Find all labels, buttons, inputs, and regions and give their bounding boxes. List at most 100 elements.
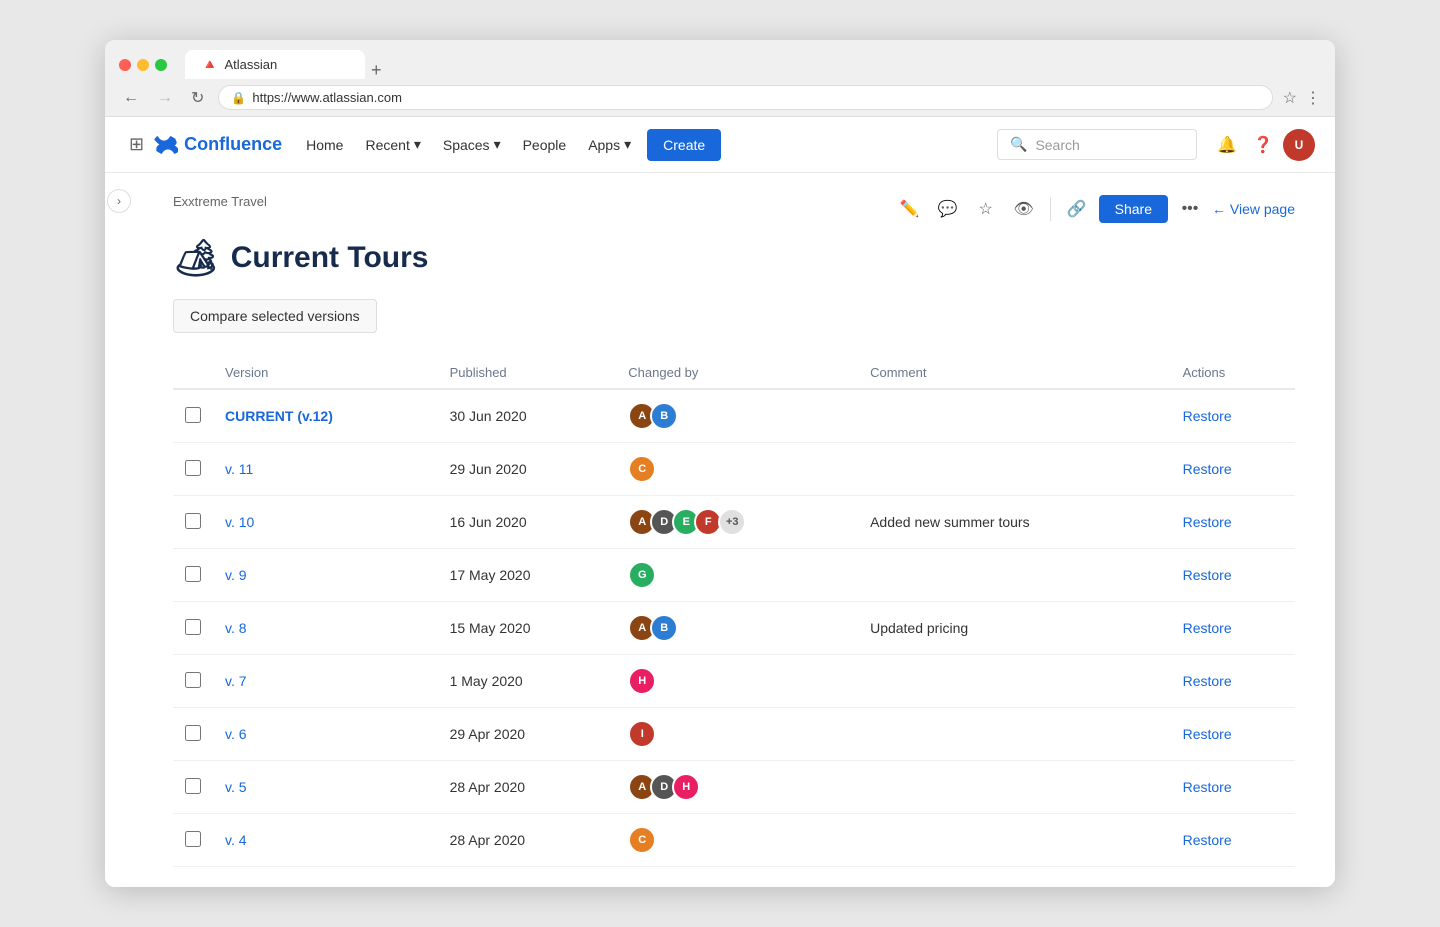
actions-cell: Restore — [1171, 602, 1295, 655]
reload-button[interactable]: ↻ — [187, 86, 208, 110]
user-avatar[interactable]: U — [1283, 129, 1315, 161]
chevron-down-icon: ▾ — [494, 136, 501, 153]
avatar-group: ADH — [628, 773, 846, 801]
row-checkbox[interactable] — [185, 672, 201, 688]
row-checkbox[interactable] — [185, 566, 201, 582]
restore-link[interactable]: Restore — [1183, 620, 1232, 636]
row-checkbox[interactable] — [185, 460, 201, 476]
more-actions-icon[interactable]: ••• — [1174, 193, 1206, 225]
search-placeholder: Search — [1035, 137, 1079, 153]
row-checkbox[interactable] — [185, 407, 201, 423]
nav-spaces[interactable]: Spaces ▾ — [433, 128, 511, 161]
comment-cell: Updated pricing — [858, 602, 1171, 655]
version-link[interactable]: v. 4 — [225, 832, 247, 848]
published-col-header: Published — [438, 357, 617, 389]
table-row: v. 815 May 2020ABUpdated pricingRestore — [173, 602, 1295, 655]
row-checkbox[interactable] — [185, 778, 201, 794]
row-checkbox[interactable] — [185, 513, 201, 529]
version-link[interactable]: v. 11 — [225, 461, 253, 477]
star-icon[interactable]: ☆ — [970, 193, 1002, 225]
close-button[interactable] — [119, 59, 131, 71]
comment-cell — [858, 655, 1171, 708]
avatar-group: ADEF+3 — [628, 508, 846, 536]
table-row: v. 1129 Jun 2020CRestore — [173, 443, 1295, 496]
browser-tab[interactable]: 🔺 Atlassian — [185, 50, 365, 79]
page-action-bar: ✏️ 💬 ☆ 👁 🔗 Share ••• ← View page — [894, 193, 1295, 225]
row-checkbox-cell — [173, 708, 213, 761]
changed-by-cell: ADH — [616, 761, 858, 814]
create-button[interactable]: Create — [647, 129, 721, 161]
restore-link[interactable]: Restore — [1183, 673, 1232, 689]
version-cell: v. 7 — [213, 655, 438, 708]
version-link[interactable]: v. 5 — [225, 779, 247, 795]
version-link[interactable]: v. 9 — [225, 567, 247, 583]
restore-link[interactable]: Restore — [1183, 567, 1232, 583]
star-icon[interactable]: ☆ — [1283, 88, 1297, 108]
nav-items: Home Recent ▾ Spaces ▾ People Apps ▾ Cre… — [296, 128, 991, 161]
share-button[interactable]: Share — [1099, 195, 1168, 223]
confluence-logo-text: Confluence — [184, 134, 282, 155]
nav-apps[interactable]: Apps ▾ — [578, 128, 641, 161]
changed-by-cell: AB — [616, 602, 858, 655]
published-cell: 17 May 2020 — [438, 549, 617, 602]
version-link[interactable]: CURRENT (v.12) — [225, 408, 333, 424]
avatar-group: C — [628, 826, 846, 854]
actions-cell: Restore — [1171, 549, 1295, 602]
more-icon[interactable]: ⋮ — [1305, 88, 1321, 108]
page-title: 🏕 Current Tours — [173, 237, 1295, 279]
row-checkbox[interactable] — [185, 619, 201, 635]
comment-icon[interactable]: 💬 — [932, 193, 964, 225]
avatar-group: C — [628, 455, 846, 483]
published-cell: 1 May 2020 — [438, 655, 617, 708]
chevron-down-icon: ▾ — [414, 136, 421, 153]
restore-link[interactable]: Restore — [1183, 726, 1232, 742]
table-row: v. 1016 Jun 2020ADEF+3Added new summer t… — [173, 496, 1295, 549]
table-row: v. 71 May 2020HRestore — [173, 655, 1295, 708]
changed-by-cell: I — [616, 708, 858, 761]
maximize-button[interactable] — [155, 59, 167, 71]
version-link[interactable]: v. 7 — [225, 673, 247, 689]
actions-cell: Restore — [1171, 761, 1295, 814]
minimize-button[interactable] — [137, 59, 149, 71]
copy-link-icon[interactable]: 🔗 — [1061, 193, 1093, 225]
avatar: H — [672, 773, 700, 801]
restore-link[interactable]: Restore — [1183, 832, 1232, 848]
version-table-body: CURRENT (v.12)30 Jun 2020ABRestorev. 112… — [173, 389, 1295, 867]
version-link[interactable]: v. 10 — [225, 514, 254, 530]
watch-icon[interactable]: 👁 — [1008, 193, 1040, 225]
view-page-link[interactable]: ← View page — [1212, 201, 1295, 217]
confluence-logo[interactable]: Confluence — [154, 133, 282, 157]
row-checkbox[interactable] — [185, 831, 201, 847]
table-row: v. 629 Apr 2020IRestore — [173, 708, 1295, 761]
row-checkbox-cell — [173, 443, 213, 496]
new-tab-button[interactable]: + — [365, 61, 388, 79]
avatar-group: I — [628, 720, 846, 748]
help-button[interactable]: ❓ — [1247, 129, 1279, 161]
nav-people[interactable]: People — [513, 129, 577, 161]
url-input[interactable]: 🔒 https://www.atlassian.com — [218, 85, 1272, 110]
restore-link[interactable]: Restore — [1183, 461, 1232, 477]
restore-link[interactable]: Restore — [1183, 514, 1232, 530]
version-link[interactable]: v. 8 — [225, 620, 247, 636]
published-cell: 28 Apr 2020 — [438, 814, 617, 867]
version-link[interactable]: v. 6 — [225, 726, 247, 742]
restore-link[interactable]: Restore — [1183, 779, 1232, 795]
forward-button[interactable]: → — [153, 87, 177, 109]
comment-cell — [858, 708, 1171, 761]
nav-home[interactable]: Home — [296, 129, 353, 161]
avatar: B — [650, 402, 678, 430]
restore-link[interactable]: Restore — [1183, 408, 1232, 424]
edit-icon[interactable]: ✏️ — [894, 193, 926, 225]
search-bar[interactable]: 🔍 Search — [997, 129, 1197, 160]
version-cell: v. 5 — [213, 761, 438, 814]
notifications-button[interactable]: 🔔 — [1211, 129, 1243, 161]
avatar-group: G — [628, 561, 846, 589]
compare-versions-button[interactable]: Compare selected versions — [173, 299, 377, 333]
actions-cell: Restore — [1171, 655, 1295, 708]
tab-title: Atlassian — [224, 57, 277, 72]
nav-recent[interactable]: Recent ▾ — [355, 128, 430, 161]
back-button[interactable]: ← — [119, 87, 143, 109]
grid-icon[interactable]: ⊞ — [125, 130, 148, 159]
sidebar-toggle-button[interactable]: › — [107, 189, 131, 213]
row-checkbox[interactable] — [185, 725, 201, 741]
